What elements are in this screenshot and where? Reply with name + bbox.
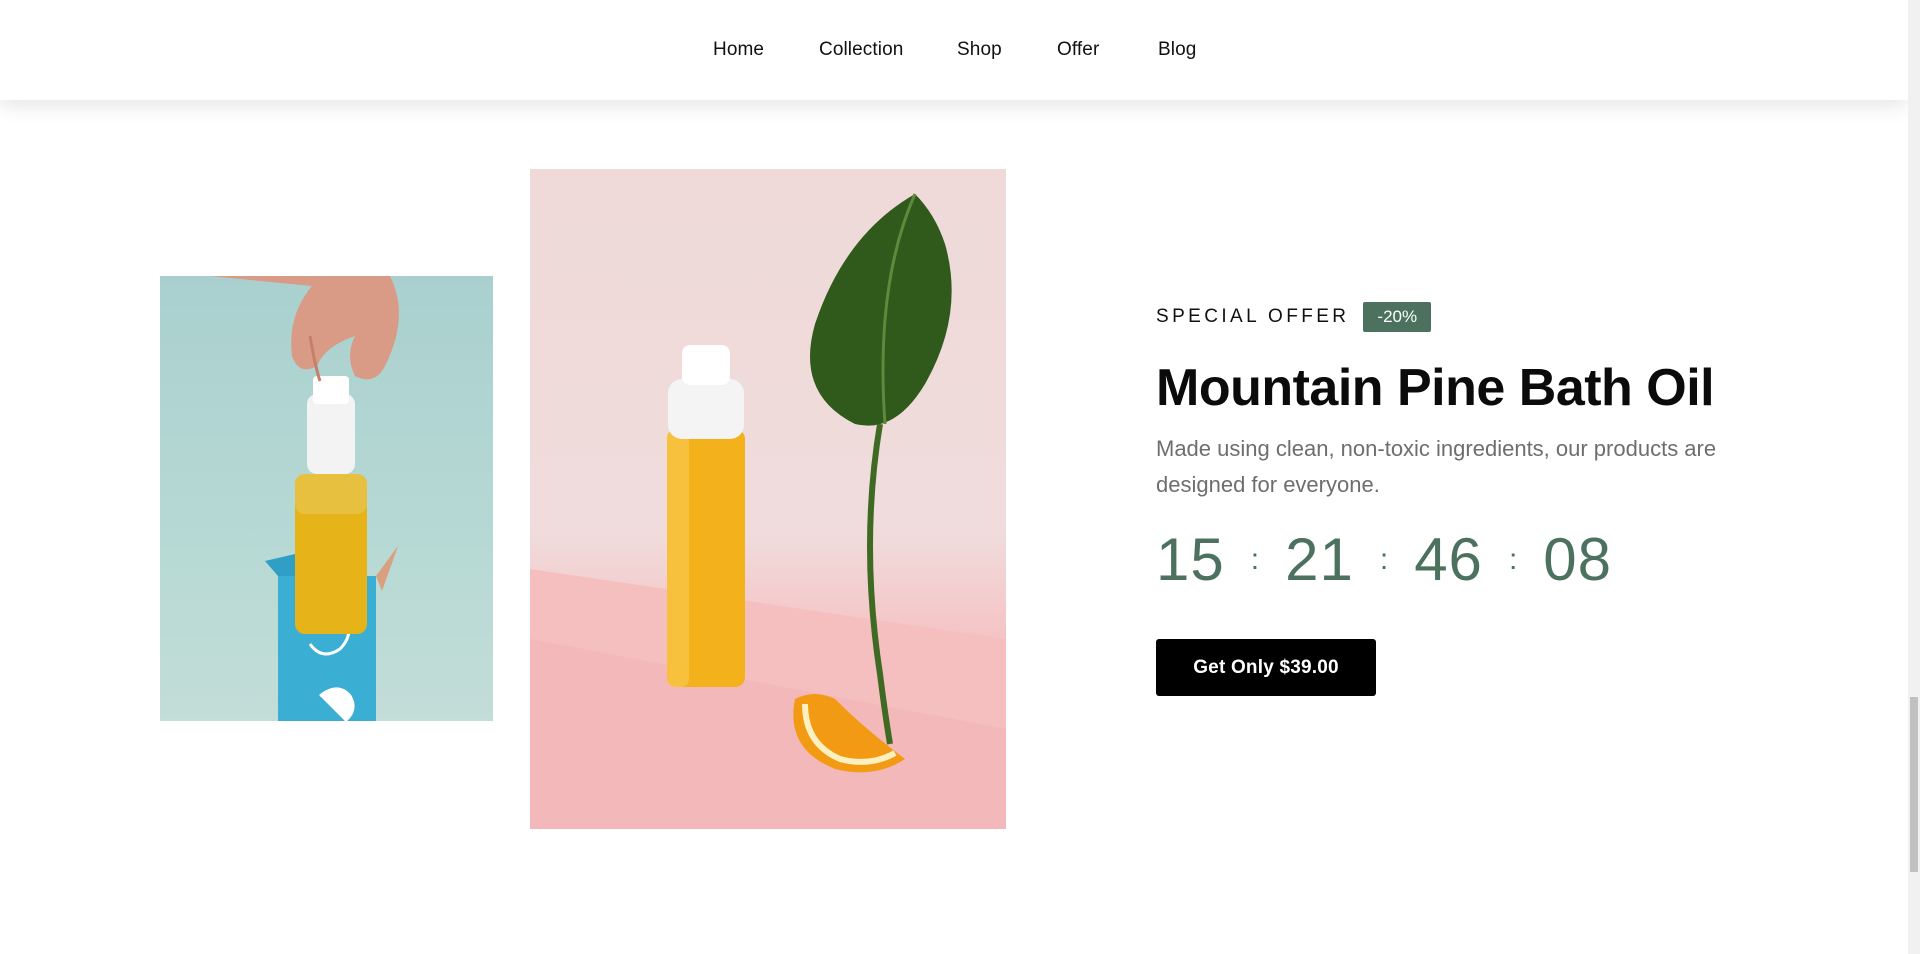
page: Home Collection Shop Offer Blog SPECIAL …: [0, 0, 1920, 954]
special-offer-row: SPECIAL OFFER -20%: [1156, 302, 1432, 332]
nav-home[interactable]: Home: [713, 38, 764, 62]
special-offer-label: SPECIAL OFFER: [1156, 306, 1350, 327]
countdown-seconds: 08: [1543, 526, 1613, 593]
site-header: Home Collection Shop Offer Blog: [0, 0, 1908, 100]
main-nav: Home Collection Shop Offer Blog: [0, 0, 1908, 100]
page-scrollbar[interactable]: [1908, 0, 1920, 954]
buy-now-button[interactable]: Get Only $39.00: [1156, 639, 1376, 696]
product-photo-box: [160, 276, 493, 721]
product-title: Mountain Pine Bath Oil: [1156, 359, 1715, 417]
product-photo-box-illustration: [210, 276, 399, 721]
nav-collection[interactable]: Collection: [819, 38, 903, 62]
product-description: Made using clean, non-toxic ingredients,…: [1156, 436, 1717, 497]
nav-shop[interactable]: Shop: [957, 38, 1002, 62]
countdown-separator: :: [1379, 543, 1389, 576]
countdown-hours: 21: [1285, 526, 1354, 593]
scrollbar-thumb[interactable]: [1910, 697, 1918, 872]
countdown-separator: :: [1508, 543, 1518, 576]
product-photo-leaf-illustration: [530, 193, 1006, 829]
countdown-timer: 15 : 21 : 46 : 08: [1156, 520, 1612, 600]
discount-badge: -20%: [1363, 302, 1432, 332]
countdown-minutes: 46: [1414, 526, 1483, 593]
nav-offer[interactable]: Offer: [1057, 38, 1099, 62]
nav-blog[interactable]: Blog: [1158, 38, 1196, 62]
countdown-days: 15: [1156, 526, 1225, 593]
product-photo-leaf: [530, 169, 1006, 829]
countdown-separator: :: [1250, 543, 1260, 576]
